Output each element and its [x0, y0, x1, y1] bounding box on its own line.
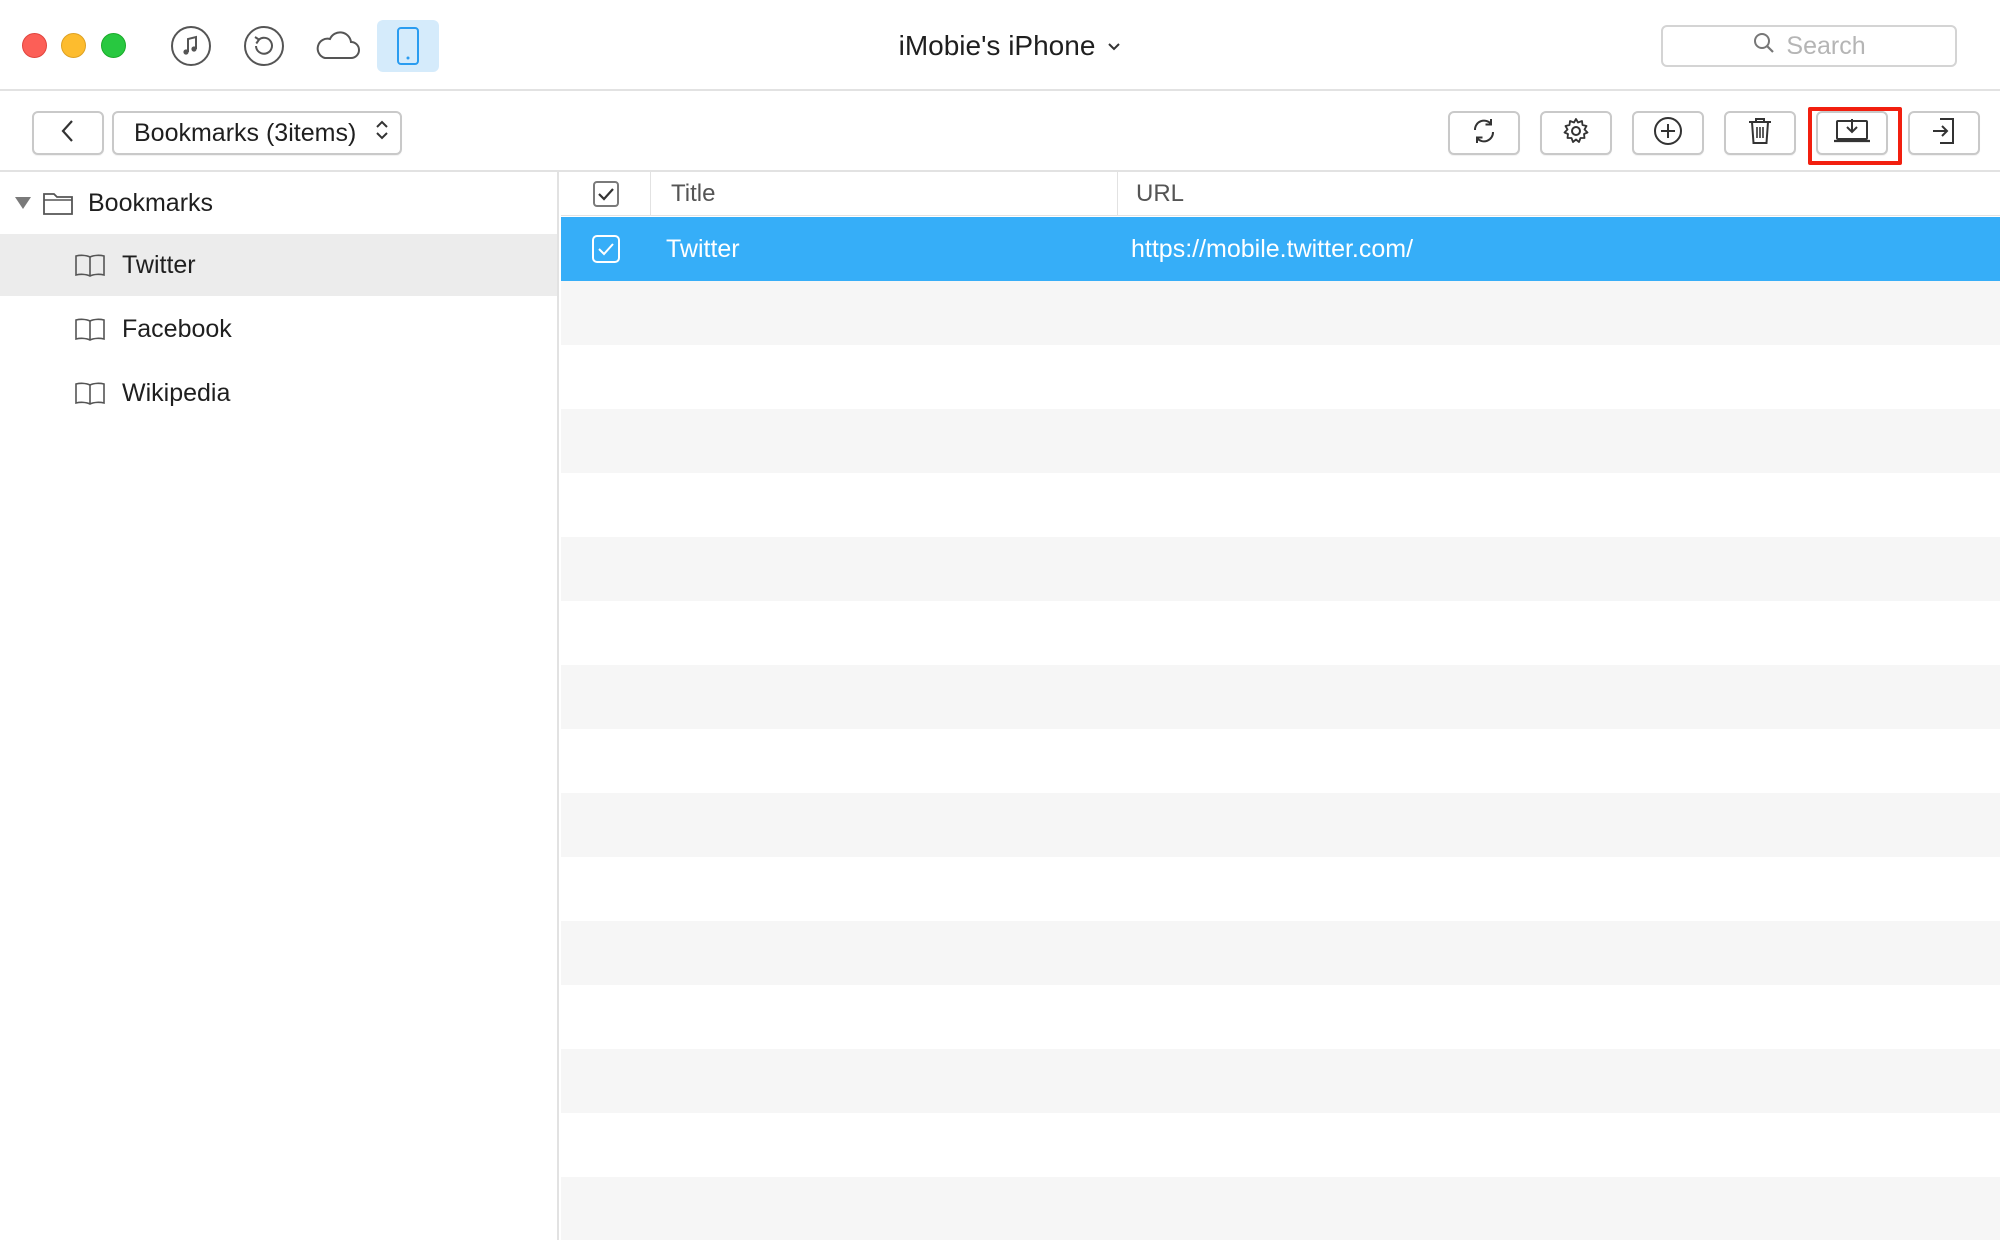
gear-icon: [1561, 116, 1591, 151]
row-checkbox[interactable]: [561, 217, 651, 281]
sidebar: Bookmarks Twitter Facebook Wikipedia: [0, 172, 559, 1240]
folder-icon: [42, 190, 74, 216]
empty-row: [561, 409, 2000, 473]
chevron-left-icon: [60, 118, 76, 149]
import-icon: [1929, 115, 1959, 152]
chevron-down-icon: [1107, 36, 1121, 57]
back-button[interactable]: [32, 111, 104, 155]
table-row[interactable]: Twitter https://mobile.twitter.com/: [561, 217, 2000, 281]
book-icon: [74, 380, 106, 406]
column-header-url[interactable]: URL: [1118, 172, 1998, 216]
maximize-window-button[interactable]: [101, 33, 126, 58]
refresh-icon: [1469, 116, 1499, 151]
disclosure-triangle-icon[interactable]: [14, 196, 32, 210]
device-selector[interactable]: iMobie's iPhone: [870, 26, 1150, 66]
search-placeholder: Search: [1786, 31, 1866, 60]
empty-row: [561, 793, 2000, 857]
book-icon: [74, 316, 106, 342]
trash-icon: [1746, 116, 1774, 151]
cell-title: Twitter: [666, 234, 740, 263]
restore-icon[interactable]: [233, 20, 295, 72]
delete-button[interactable]: [1724, 111, 1796, 155]
search-icon: [1752, 31, 1776, 62]
device-title-label: iMobie's iPhone: [898, 30, 1096, 61]
book-icon: [74, 252, 106, 278]
empty-row: [561, 921, 2000, 985]
sidebar-item-label: Facebook: [122, 314, 232, 343]
empty-row: [561, 1177, 2000, 1240]
category-dropdown-label: Bookmarks (3items): [134, 118, 357, 147]
empty-row: [561, 473, 2000, 537]
sidebar-item-facebook[interactable]: Facebook: [0, 298, 557, 360]
sidebar-item-label: Twitter: [122, 250, 196, 279]
empty-row: [561, 281, 2000, 345]
empty-row: [561, 601, 2000, 665]
table-header: Title URL: [561, 172, 2000, 216]
sidebar-item-label: Wikipedia: [122, 378, 231, 407]
phone-icon[interactable]: [377, 20, 439, 72]
empty-row: [561, 345, 2000, 409]
select-all-checkbox[interactable]: [561, 172, 651, 216]
music-note-icon[interactable]: [160, 20, 222, 72]
sidebar-item-wikipedia[interactable]: Wikipedia: [0, 362, 557, 424]
bookmark-table: Title URL Twitter https://mobile.twitter…: [561, 172, 2000, 1240]
updown-chevron-icon: [374, 117, 390, 150]
empty-row: [561, 1113, 2000, 1177]
sidebar-folder-label: Bookmarks: [88, 188, 214, 217]
close-window-button[interactable]: [22, 33, 47, 58]
cell-url: https://mobile.twitter.com/: [1131, 234, 1414, 263]
empty-row: [561, 857, 2000, 921]
minimize-window-button[interactable]: [61, 33, 86, 58]
refresh-button[interactable]: [1448, 111, 1520, 155]
toolbar: Bookmarks (3items): [0, 92, 2000, 172]
empty-row: [561, 1049, 2000, 1113]
category-dropdown[interactable]: Bookmarks (3items): [112, 111, 402, 155]
checkmark-icon: [592, 181, 619, 207]
empty-row: [561, 729, 2000, 793]
import-button[interactable]: [1908, 111, 1980, 155]
add-icon: [1652, 115, 1684, 152]
cloud-icon[interactable]: [306, 20, 368, 72]
highlight-annotation: [1808, 107, 1902, 165]
title-bar: iMobie's iPhone Search: [0, 0, 2000, 91]
checkmark-icon: [592, 235, 620, 263]
empty-row: [561, 537, 2000, 601]
sidebar-folder-bookmarks[interactable]: Bookmarks: [0, 172, 557, 234]
empty-row: [561, 665, 2000, 729]
sidebar-item-twitter[interactable]: Twitter: [0, 234, 557, 296]
settings-button[interactable]: [1540, 111, 1612, 155]
add-button[interactable]: [1632, 111, 1704, 155]
search-input[interactable]: Search: [1661, 25, 1957, 67]
empty-row: [561, 985, 2000, 1049]
column-header-title[interactable]: Title: [651, 172, 1118, 216]
